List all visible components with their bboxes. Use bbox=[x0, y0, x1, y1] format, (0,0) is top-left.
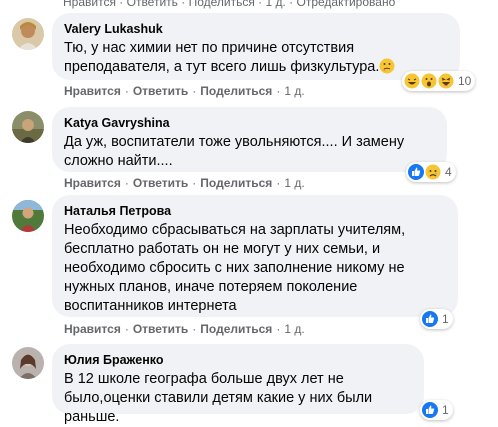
comment-actions: Нравится · Ответить · Поделиться · 1 д. bbox=[64, 322, 305, 336]
comment-text: В 12 школе географа больше двух лет не б… bbox=[64, 371, 373, 425]
like-icon bbox=[422, 311, 438, 327]
comment-author[interactable]: Юлия Браженко bbox=[64, 352, 412, 368]
share-link[interactable]: Поделиться bbox=[200, 322, 272, 336]
comment-text: Необходимо сбрасываться на зарплаты учит… bbox=[64, 222, 406, 314]
comment-time[interactable]: 1 д. bbox=[284, 176, 304, 190]
comment-author[interactable]: Valery Lukashuk bbox=[64, 21, 448, 37]
thinking-emoji-icon bbox=[379, 58, 395, 74]
haha-icon bbox=[438, 73, 454, 89]
comment-time[interactable]: 1 д. bbox=[284, 322, 304, 336]
comment-text: Да уж, воспитатели тоже увольняются.... … bbox=[64, 134, 405, 169]
reaction-summary[interactable]: 1 bbox=[420, 309, 453, 329]
comment-author[interactable]: Katya Gavryshina bbox=[64, 115, 435, 131]
sad-icon bbox=[425, 164, 441, 180]
like-link[interactable]: Нравится bbox=[64, 176, 121, 190]
comment-bubble: Юлия Браженко В 12 школе географа больше… bbox=[52, 344, 424, 425]
previous-comment-actions: Нравится · Ответить · Поделиться · 1 д. … bbox=[63, 0, 396, 9]
reply-link[interactable]: Ответить bbox=[133, 84, 188, 98]
like-icon bbox=[422, 402, 438, 418]
reaction-count: 1 bbox=[442, 403, 449, 417]
reaction-summary[interactable]: 10 bbox=[402, 71, 476, 91]
reaction-count: 1 bbox=[442, 312, 449, 326]
comment-bubble: Valery Lukashuk Тю, у нас химии нет по п… bbox=[52, 13, 460, 80]
avatar[interactable] bbox=[12, 111, 44, 143]
comment-text: Тю, у нас химии нет по причине отсутстви… bbox=[64, 39, 448, 77]
reaction-summary[interactable]: 4 bbox=[406, 162, 456, 182]
avatar[interactable] bbox=[12, 200, 44, 232]
comment-actions: Нравится · Ответить · Поделиться · 1 д. bbox=[64, 84, 305, 98]
avatar[interactable] bbox=[12, 347, 44, 379]
wow-icon bbox=[421, 73, 437, 89]
reaction-summary[interactable]: 1 bbox=[420, 400, 453, 420]
comment-actions: Нравится · Ответить · Поделиться · 1 д. bbox=[64, 176, 305, 190]
comment-author[interactable]: Наталья Петрова bbox=[64, 203, 446, 219]
comment-bubble: Katya Gavryshina Да уж, воспитатели тоже… bbox=[52, 107, 447, 172]
avatar[interactable] bbox=[12, 18, 44, 50]
reaction-count: 10 bbox=[458, 74, 472, 88]
share-link[interactable]: Поделиться bbox=[200, 84, 272, 98]
like-link[interactable]: Нравится bbox=[64, 84, 121, 98]
reply-link[interactable]: Ответить bbox=[133, 176, 188, 190]
comment-bubble: Наталья Петрова Необходимо сбрасываться … bbox=[52, 195, 458, 317]
reply-link[interactable]: Ответить bbox=[133, 322, 188, 336]
reaction-count: 4 bbox=[445, 165, 452, 179]
laugh-icon bbox=[404, 73, 420, 89]
like-link[interactable]: Нравится bbox=[64, 322, 121, 336]
share-link[interactable]: Поделиться bbox=[200, 176, 272, 190]
comment-time[interactable]: 1 д. bbox=[284, 84, 304, 98]
like-icon bbox=[408, 164, 424, 180]
